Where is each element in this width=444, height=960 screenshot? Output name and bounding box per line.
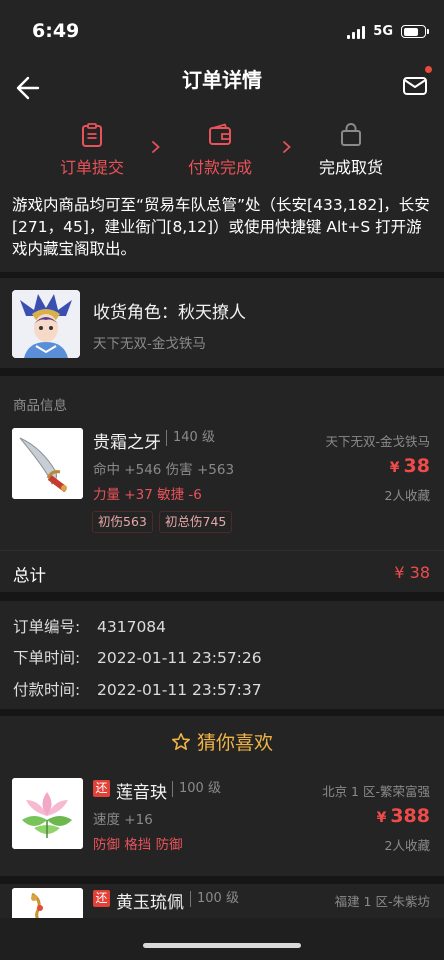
item-server: 天下无双-金戈铁马 xyxy=(325,434,430,449)
pay-time-label: 付款时间: xyxy=(13,681,81,699)
step-label: 完成取货 xyxy=(318,158,383,177)
recommend-section: 猜你喜欢 还 莲音玦 100 级 北京 1 区-繁荣富强 速度 +16 防御 格… xyxy=(0,716,444,930)
chevron-right-icon xyxy=(152,141,160,153)
battery-icon xyxy=(401,25,429,38)
item-attributes-extra: 防御 格挡 防御 xyxy=(93,837,183,853)
goods-section: 商品信息 贵霜之牙 140 级 天下无双-金戈铁马 命中 +546 伤害 +56… xyxy=(0,376,444,592)
order-time: 2022-01-11 23:57:26 xyxy=(97,649,262,667)
item-level: 140 级 xyxy=(166,430,215,446)
pay-time: 2022-01-11 23:57:37 xyxy=(97,681,262,699)
notification-dot xyxy=(425,66,432,73)
item-name[interactable]: 黄玉琉佩 xyxy=(116,888,184,913)
order-number-label: 订单编号: xyxy=(13,618,81,636)
order-progress: 订单提交 付款完成 完成取货 xyxy=(0,118,444,188)
signal-icon xyxy=(347,25,366,39)
star-icon xyxy=(171,732,190,750)
item-attributes: 命中 +546 伤害 +563 xyxy=(93,462,235,478)
step-pickup-complete: 完成取货 xyxy=(301,122,401,178)
price-value: 38 xyxy=(403,455,430,477)
recommend-item[interactable]: 还 莲音玦 100 级 北京 1 区-繁荣富强 速度 +16 防御 格挡 防御 … xyxy=(0,778,444,888)
divider xyxy=(0,550,444,551)
character-avatar xyxy=(12,290,80,358)
item-tag: 初伤563 xyxy=(92,511,153,533)
network-type: 5G xyxy=(373,24,393,39)
item-image[interactable] xyxy=(12,428,83,499)
status-time: 6:49 xyxy=(32,20,80,42)
favorites-count: 2人收藏 xyxy=(384,488,430,503)
status-icons: 5G xyxy=(347,24,429,39)
favorites-count: 2人收藏 xyxy=(384,838,430,853)
receiver-server: 天下无双-金戈铁马 xyxy=(93,336,206,352)
home-indicator-bar xyxy=(0,918,444,960)
recommend-header: 猜你喜欢 xyxy=(0,728,444,755)
mail-icon[interactable] xyxy=(398,68,434,104)
item-attributes: 速度 +16 xyxy=(93,812,153,828)
divider xyxy=(0,592,444,601)
recommend-title: 猜你喜欢 xyxy=(196,732,273,754)
step-label: 订单提交 xyxy=(59,158,124,177)
order-number-row: 订单编号: 4317084 xyxy=(13,615,166,637)
order-number: 4317084 xyxy=(97,618,167,636)
receiver-name: 收货角色：秋天撩人 xyxy=(93,303,246,323)
order-time-label: 下单时间: xyxy=(13,649,81,667)
item-server: 福建 1 区-朱紫坊 xyxy=(334,894,430,909)
item-name[interactable]: 贵霜之牙 xyxy=(93,428,161,453)
divider xyxy=(0,368,444,376)
item-price: ¥388 xyxy=(377,805,430,827)
receiver-card: 收货角色：秋天撩人 天下无双-金戈铁马 xyxy=(0,278,444,368)
page-title: 订单详情 xyxy=(182,68,262,92)
price-currency: ¥ xyxy=(376,810,387,826)
price-currency: ¥ xyxy=(389,460,400,476)
pay-time-row: 付款时间: 2022-01-11 23:57:37 xyxy=(13,678,262,700)
status-bar: 6:49 5G xyxy=(0,0,444,60)
step-label: 付款完成 xyxy=(187,158,252,177)
item-image[interactable] xyxy=(12,778,83,849)
total-label: 总计 xyxy=(13,566,46,585)
clipboard-icon xyxy=(82,123,102,147)
item-server: 北京 1 区-繁荣富强 xyxy=(322,784,430,799)
divider xyxy=(0,709,444,716)
item-price: ¥38 xyxy=(390,455,430,477)
item-attributes-extra: 力量 +37 敏捷 -6 xyxy=(93,487,202,503)
return-badge: 还 xyxy=(93,890,110,907)
item-tag: 初总伤745 xyxy=(159,511,233,533)
total-value: ¥ 38 xyxy=(394,563,430,582)
divider xyxy=(0,876,444,884)
order-time-row: 下单时间: 2022-01-11 23:57:26 xyxy=(13,646,262,668)
chevron-right-icon xyxy=(283,141,291,153)
wallet-icon xyxy=(209,123,231,145)
step-payment-complete: 付款完成 xyxy=(170,122,270,178)
item-level: 100 级 xyxy=(190,891,239,907)
pickup-notice: 游戏内商品均可至“贸易车队总管”处（长安[433,182]，长安[271，45]… xyxy=(0,188,444,272)
item-level: 100 级 xyxy=(172,781,221,797)
shopping-bag-icon xyxy=(341,123,361,146)
price-value: 388 xyxy=(390,805,430,827)
nav-bar: 订单详情 xyxy=(0,60,444,118)
section-title: 商品信息 xyxy=(13,398,67,414)
step-order-submitted: 订单提交 xyxy=(42,122,142,178)
return-badge: 还 xyxy=(93,780,110,797)
order-info: 订单编号: 4317084 下单时间: 2022-01-11 23:57:26 付款… xyxy=(0,601,444,709)
home-indicator[interactable] xyxy=(143,943,301,948)
item-name[interactable]: 莲音玦 xyxy=(116,778,167,803)
